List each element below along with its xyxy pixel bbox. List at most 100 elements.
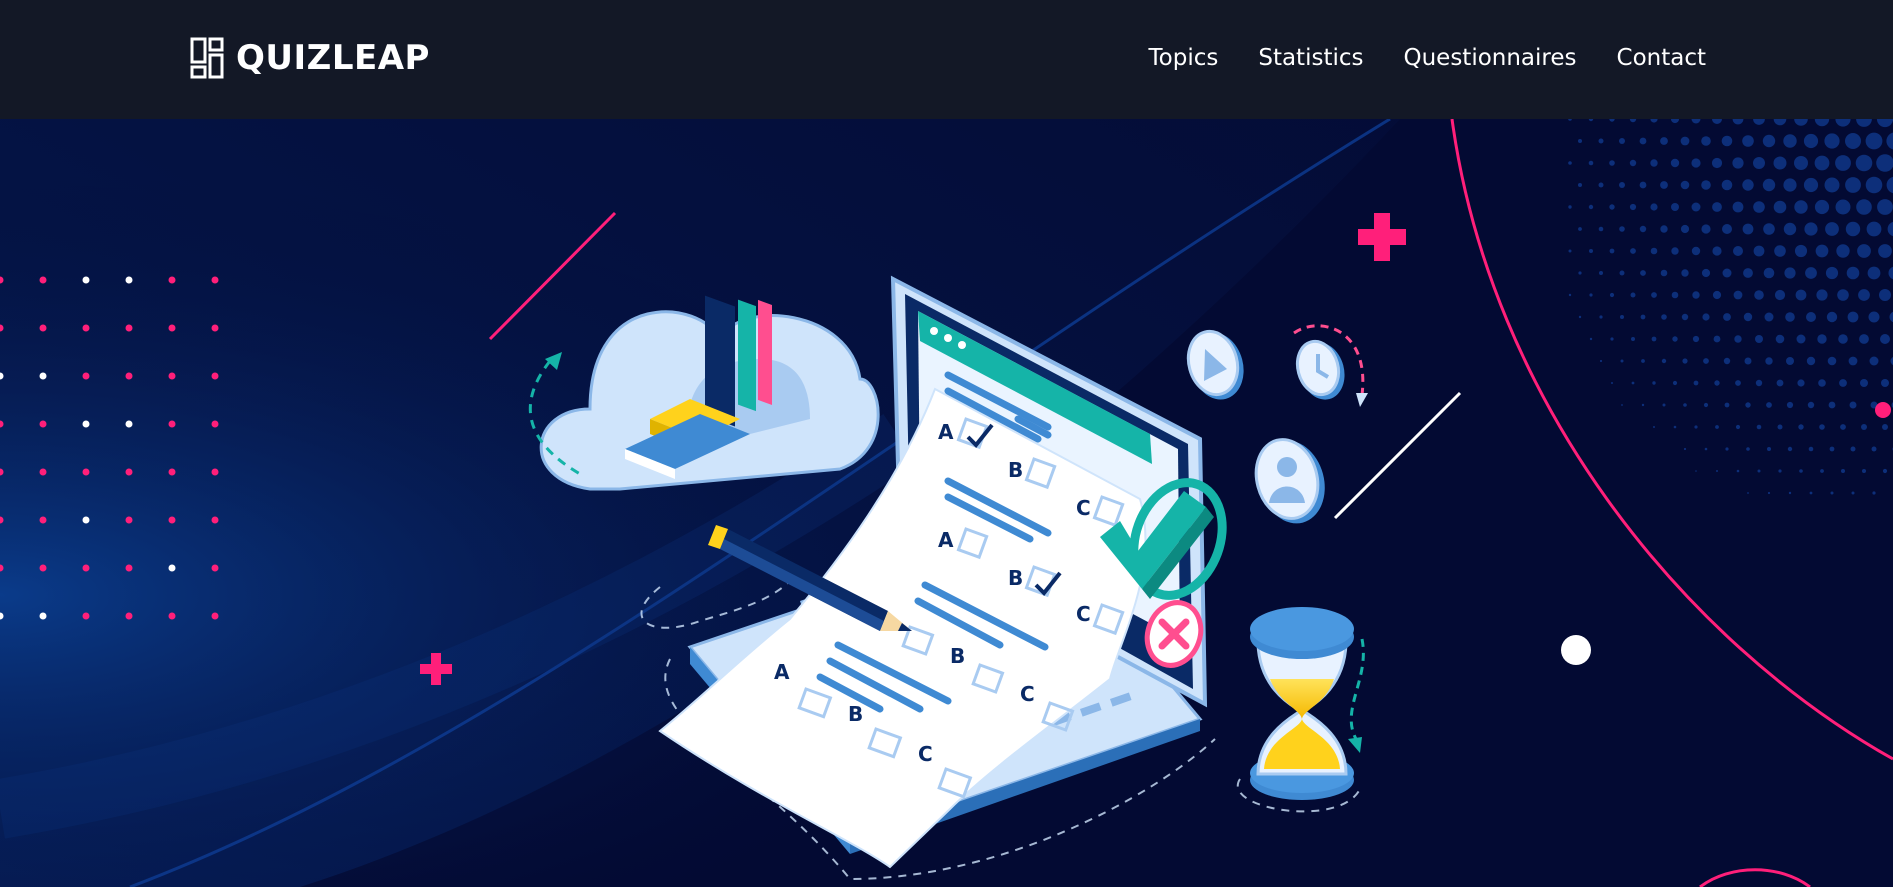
- halftone-dot: [1680, 224, 1690, 234]
- halftone-dot: [1757, 469, 1761, 473]
- halftone-dot: [1735, 424, 1741, 430]
- halftone-dot: [1845, 221, 1861, 237]
- halftone-dot: [1851, 491, 1855, 495]
- halftone-dot: [1692, 291, 1700, 299]
- halftone-dot: [1776, 379, 1784, 387]
- halftone-dot: [1815, 244, 1829, 258]
- halftone-dot: [1824, 133, 1840, 149]
- answer-letter-a: A: [938, 420, 954, 444]
- halftone-dot: [1651, 336, 1657, 342]
- white-dot: [1561, 635, 1591, 665]
- halftone-dot: [1631, 381, 1635, 385]
- halftone-dot: [1691, 202, 1701, 212]
- halftone-dot: [1742, 223, 1754, 235]
- nav-link-questionnaires[interactable]: Questionnaires: [1403, 45, 1576, 71]
- halftone-dot: [1803, 177, 1819, 193]
- halftone-dot: [1869, 356, 1879, 366]
- halftone-dot: [1778, 469, 1782, 473]
- halftone-dot: [1578, 271, 1582, 275]
- halftone-dot: [1799, 469, 1803, 473]
- halftone-dot: [1743, 312, 1753, 322]
- halftone-dot: [1775, 334, 1785, 344]
- halftone-dot: [1817, 334, 1827, 344]
- halftone-dot: [1809, 491, 1813, 495]
- halftone-dot: [1866, 221, 1882, 237]
- halftone-dot: [1826, 311, 1838, 323]
- halftone-dot: [1721, 135, 1733, 147]
- halftone-dot: [1722, 224, 1732, 234]
- grid-dot: [82, 420, 90, 428]
- halftone-dot: [1711, 157, 1723, 169]
- halftone-dot: [1755, 379, 1763, 387]
- halftone-dot: [1837, 289, 1849, 301]
- halftone-dot: [1787, 446, 1793, 452]
- halftone-dot: [1788, 491, 1792, 495]
- grid-dot: [168, 372, 176, 380]
- halftone-dot: [1828, 401, 1836, 409]
- halftone-dot: [1568, 161, 1572, 165]
- halftone-dot: [1838, 334, 1848, 344]
- halftone-dot: [1762, 178, 1776, 192]
- halftone-dot: [1640, 270, 1646, 276]
- halftone-dot: [1794, 156, 1808, 170]
- halftone-dot: [1714, 380, 1720, 386]
- halftone-dot: [1861, 424, 1867, 430]
- halftone-dot: [1765, 357, 1773, 365]
- grid-dot: [211, 564, 219, 572]
- grid-dot: [211, 468, 219, 476]
- nav-link-contact[interactable]: Contact: [1617, 45, 1706, 71]
- grid-dot: [125, 324, 133, 332]
- halftone-dot: [1783, 222, 1797, 236]
- nav-link-statistics[interactable]: Statistics: [1258, 45, 1363, 71]
- halftone-dot: [1694, 425, 1698, 429]
- halftone-dot: [1578, 139, 1582, 143]
- grid-dot: [39, 324, 47, 332]
- halftone-dot: [1683, 447, 1687, 451]
- halftone-dot: [1715, 425, 1719, 429]
- halftone-dot: [1879, 289, 1891, 301]
- halftone-dot: [1609, 204, 1615, 210]
- halftone-dot: [1804, 222, 1818, 236]
- halftone-dot: [1725, 447, 1729, 451]
- brand-logo[interactable]: QUIZLEAP: [190, 37, 430, 79]
- halftone-dot: [1783, 134, 1797, 148]
- grid-dot: [211, 276, 219, 284]
- grid-dot: [211, 612, 219, 620]
- halftone-dot: [1599, 315, 1603, 319]
- halftone-dot: [1673, 425, 1677, 429]
- halftone-dot: [1764, 312, 1774, 322]
- halftone-dot: [1631, 337, 1635, 341]
- grid-dot: [168, 324, 176, 332]
- halftone-dot: [1712, 246, 1722, 256]
- halftone-dot: [1716, 470, 1718, 472]
- halftone-dot: [1827, 356, 1837, 366]
- answer-letter-c: C: [1076, 496, 1091, 520]
- halftone-dot: [1773, 156, 1787, 170]
- halftone-dot: [1599, 359, 1603, 363]
- halftone-dot: [1619, 226, 1625, 232]
- nav-link-topics[interactable]: Topics: [1149, 45, 1219, 71]
- grid-dot: [82, 516, 90, 524]
- halftone-dot: [1653, 426, 1655, 428]
- halftone-dot: [1680, 180, 1690, 190]
- pink-dot: [1875, 402, 1891, 418]
- halftone-dot: [1830, 491, 1834, 495]
- halftone-dot: [1797, 379, 1805, 387]
- halftone-dot: [1746, 447, 1750, 451]
- halftone-dot: [1786, 401, 1794, 409]
- halftone-dot: [1629, 159, 1637, 167]
- halftone-dot: [1639, 225, 1647, 233]
- halftone-dot: [1862, 469, 1866, 473]
- halftone-dot: [1766, 402, 1772, 408]
- halftone-dot: [1692, 335, 1700, 343]
- halftone-dot: [1671, 203, 1679, 211]
- halftone-dot: [1713, 335, 1721, 343]
- grid-dot: [168, 516, 176, 524]
- halftone-dot: [1774, 289, 1786, 301]
- grid-dot: [211, 516, 219, 524]
- halftone-dot: [1682, 358, 1688, 364]
- halftone-dot: [1855, 154, 1873, 172]
- halftone-dot: [1848, 356, 1858, 366]
- halftone-dot: [1847, 311, 1859, 323]
- halftone-dot: [1660, 225, 1668, 233]
